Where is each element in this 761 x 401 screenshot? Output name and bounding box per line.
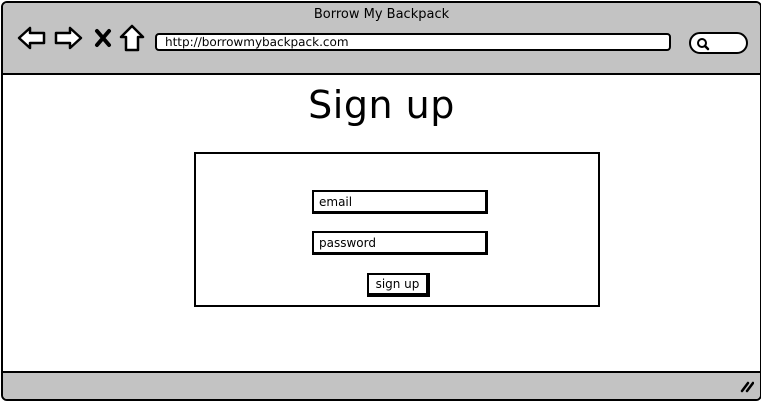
status-bar (3, 371, 760, 399)
search-box[interactable] (689, 32, 748, 54)
stop-button[interactable] (92, 23, 114, 53)
forward-arrow-icon (54, 26, 83, 50)
home-icon (119, 24, 145, 52)
password-field[interactable] (312, 231, 488, 255)
address-bar[interactable]: http://borrowmybackpack.com (154, 33, 672, 51)
resize-grip-icon[interactable] (740, 379, 754, 393)
window-title: Borrow My Backpack (313, 7, 450, 22)
browser-titlebar: Borrow My Backpack http://borrowmybackpa… (3, 3, 760, 75)
close-x-icon (95, 29, 111, 47)
forward-button[interactable] (52, 23, 84, 53)
sign-up-button[interactable]: sign up (367, 273, 430, 297)
page-content: Sign up sign up (3, 75, 760, 371)
back-button[interactable] (16, 23, 48, 53)
browser-window: Borrow My Backpack http://borrowmybackpa… (1, 1, 761, 401)
back-arrow-icon (17, 26, 46, 50)
signup-form-panel: sign up (194, 152, 600, 307)
home-button[interactable] (118, 23, 146, 53)
page-title: Sign up (308, 83, 455, 127)
search-icon (697, 38, 710, 51)
email-field[interactable] (312, 190, 488, 214)
